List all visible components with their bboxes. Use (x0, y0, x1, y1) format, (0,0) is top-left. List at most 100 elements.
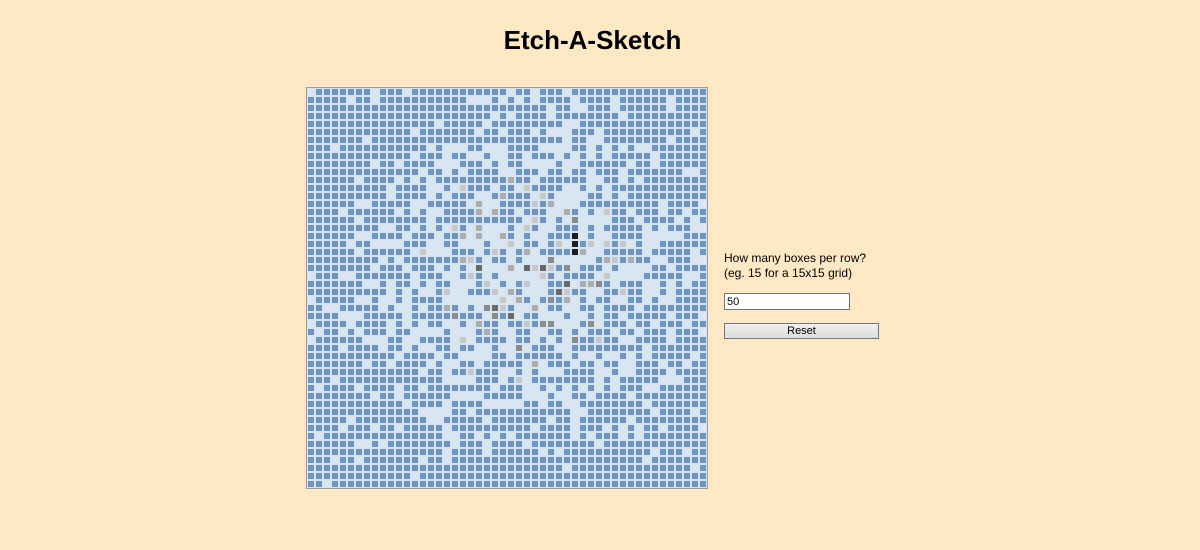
grid-cell[interactable] (379, 432, 387, 440)
grid-cell[interactable] (331, 104, 339, 112)
grid-cell[interactable] (523, 192, 531, 200)
grid-cell[interactable] (595, 448, 603, 456)
grid-cell[interactable] (571, 424, 579, 432)
grid-cell[interactable] (651, 160, 659, 168)
grid-cell[interactable] (427, 144, 435, 152)
grid-cell[interactable] (371, 104, 379, 112)
grid-cell[interactable] (403, 216, 411, 224)
grid-cell[interactable] (339, 288, 347, 296)
grid-cell[interactable] (579, 424, 587, 432)
grid-cell[interactable] (563, 168, 571, 176)
grid-cell[interactable] (315, 304, 323, 312)
grid-cell[interactable] (603, 432, 611, 440)
grid-cell[interactable] (651, 184, 659, 192)
grid-cell[interactable] (595, 208, 603, 216)
grid-cell[interactable] (419, 472, 427, 480)
grid-cell[interactable] (531, 176, 539, 184)
grid-cell[interactable] (611, 464, 619, 472)
grid-cell[interactable] (539, 368, 547, 376)
grid-cell[interactable] (451, 184, 459, 192)
grid-cell[interactable] (587, 392, 595, 400)
grid-cell[interactable] (547, 352, 555, 360)
grid-cell[interactable] (659, 456, 667, 464)
grid-cell[interactable] (595, 288, 603, 296)
grid-cell[interactable] (531, 416, 539, 424)
grid-cell[interactable] (379, 232, 387, 240)
grid-cell[interactable] (603, 264, 611, 272)
grid-cell[interactable] (619, 96, 627, 104)
grid-cell[interactable] (347, 304, 355, 312)
grid-cell[interactable] (323, 152, 331, 160)
grid-cell[interactable] (475, 240, 483, 248)
grid-cell[interactable] (619, 288, 627, 296)
grid-cell[interactable] (667, 240, 675, 248)
grid-cell[interactable] (683, 184, 691, 192)
grid-cell[interactable] (347, 432, 355, 440)
grid-cell[interactable] (539, 328, 547, 336)
grid-cell[interactable] (331, 192, 339, 200)
grid-cell[interactable] (459, 376, 467, 384)
grid-cell[interactable] (643, 416, 651, 424)
grid-cell[interactable] (515, 472, 523, 480)
grid-cell[interactable] (643, 208, 651, 216)
grid-cell[interactable] (411, 272, 419, 280)
grid-cell[interactable] (403, 152, 411, 160)
grid-cell[interactable] (619, 416, 627, 424)
grid-cell[interactable] (459, 432, 467, 440)
grid-cell[interactable] (459, 288, 467, 296)
grid-cell[interactable] (379, 376, 387, 384)
grid-cell[interactable] (331, 416, 339, 424)
grid-cell[interactable] (547, 224, 555, 232)
grid-cell[interactable] (547, 472, 555, 480)
grid-cell[interactable] (427, 160, 435, 168)
grid-cell[interactable] (555, 144, 563, 152)
grid-cell[interactable] (475, 96, 483, 104)
grid-cell[interactable] (419, 192, 427, 200)
grid-cell[interactable] (515, 200, 523, 208)
grid-cell[interactable] (451, 480, 459, 488)
grid-cell[interactable] (667, 104, 675, 112)
grid-cell[interactable] (427, 304, 435, 312)
grid-cell[interactable] (307, 240, 315, 248)
grid-cell[interactable] (563, 440, 571, 448)
grid-cell[interactable] (435, 288, 443, 296)
grid-cell[interactable] (427, 120, 435, 128)
grid-cell[interactable] (627, 208, 635, 216)
grid-cell[interactable] (523, 360, 531, 368)
grid-cell[interactable] (371, 344, 379, 352)
grid-cell[interactable] (547, 376, 555, 384)
grid-cell[interactable] (683, 120, 691, 128)
grid-cell[interactable] (491, 176, 499, 184)
grid-cell[interactable] (571, 440, 579, 448)
grid-cell[interactable] (627, 480, 635, 488)
grid-cell[interactable] (451, 304, 459, 312)
grid-cell[interactable] (331, 128, 339, 136)
grid-cell[interactable] (555, 392, 563, 400)
grid-cell[interactable] (331, 312, 339, 320)
grid-cell[interactable] (675, 408, 683, 416)
grid-cell[interactable] (371, 424, 379, 432)
grid-cell[interactable] (699, 128, 707, 136)
grid-cell[interactable] (659, 336, 667, 344)
grid-cell[interactable] (643, 288, 651, 296)
grid-cell[interactable] (499, 272, 507, 280)
grid-cell[interactable] (691, 320, 699, 328)
grid-cell[interactable] (523, 440, 531, 448)
grid-cell[interactable] (315, 160, 323, 168)
grid-cell[interactable] (307, 336, 315, 344)
grid-cell[interactable] (611, 184, 619, 192)
grid-cell[interactable] (475, 168, 483, 176)
grid-cell[interactable] (427, 152, 435, 160)
grid-cell[interactable] (411, 480, 419, 488)
grid-cell[interactable] (627, 136, 635, 144)
grid-cell[interactable] (499, 352, 507, 360)
grid-cell[interactable] (643, 400, 651, 408)
grid-cell[interactable] (523, 456, 531, 464)
grid-cell[interactable] (459, 104, 467, 112)
grid-cell[interactable] (451, 240, 459, 248)
grid-cell[interactable] (355, 296, 363, 304)
grid-cell[interactable] (419, 368, 427, 376)
grid-cell[interactable] (675, 272, 683, 280)
grid-cell[interactable] (403, 336, 411, 344)
grid-cell[interactable] (699, 112, 707, 120)
